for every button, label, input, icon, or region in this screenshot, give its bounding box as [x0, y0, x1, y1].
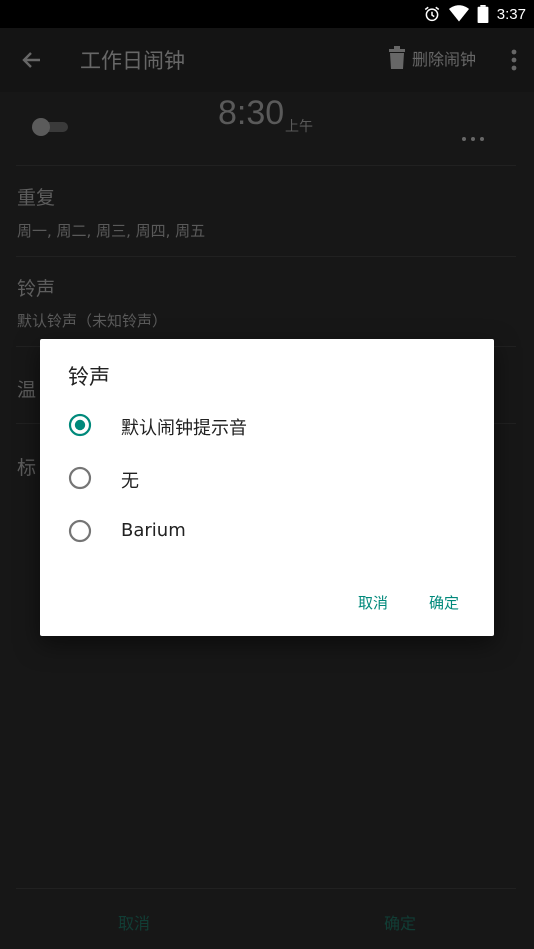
option-label: 无 [121, 471, 139, 492]
dialog-confirm-button[interactable]: 确定 [429, 592, 459, 613]
option-label: 默认闹钟提示音 [121, 418, 247, 439]
status-icons: 3:37 [423, 4, 526, 24]
ringtone-dialog: 铃声 默认闹钟提示音 无 Barium 取消 确定 [40, 339, 494, 636]
radio-unchecked-icon [68, 519, 92, 543]
status-time: 3:37 [496, 5, 526, 23]
dialog-title: 铃声 [68, 365, 110, 389]
radio-checked-icon [68, 413, 92, 437]
ringtone-option-barium[interactable]: Barium [68, 511, 468, 551]
ringtone-option-default[interactable]: 默认闹钟提示音 [68, 405, 468, 445]
wifi-icon [448, 5, 469, 22]
option-label: Barium [121, 520, 186, 541]
ringtone-option-none[interactable]: 无 [68, 458, 468, 498]
status-bar: 3:37 [0, 0, 534, 28]
radio-unchecked-icon [68, 466, 92, 490]
dialog-cancel-button[interactable]: 取消 [358, 592, 388, 613]
alarm-clock-icon [424, 6, 439, 22]
battery-icon [477, 5, 489, 23]
